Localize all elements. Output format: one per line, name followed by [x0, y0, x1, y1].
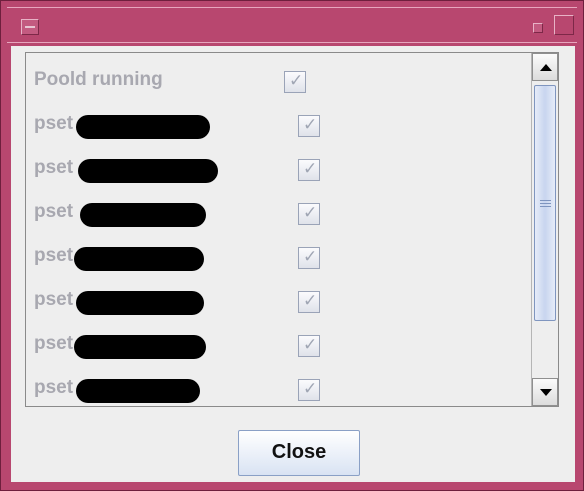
list-item-checkbox[interactable] [298, 159, 320, 181]
list-item: pset [34, 149, 524, 189]
list-item-checkbox[interactable] [298, 247, 320, 269]
title-bar-top-highlight [7, 7, 577, 8]
arrow-down-icon [540, 389, 552, 396]
title-bar-bottom-highlight [7, 42, 577, 43]
close-button[interactable]: Close [238, 430, 360, 476]
redaction-mark [76, 291, 204, 315]
list-item: pset [34, 237, 524, 277]
list-item-checkbox[interactable] [298, 115, 320, 137]
redaction-mark [74, 247, 204, 271]
list-item: pset [34, 369, 524, 406]
list-item-checkbox[interactable] [298, 379, 320, 401]
redaction-mark [80, 203, 206, 227]
redaction-mark [78, 159, 218, 183]
vertical-scrollbar[interactable] [531, 53, 558, 406]
list-item-checkbox[interactable] [298, 203, 320, 225]
list-item-label: pset [34, 245, 74, 266]
minimize-icon[interactable] [21, 19, 39, 35]
close-button-label: Close [271, 440, 327, 463]
arrow-up-icon [540, 64, 552, 71]
list-item-label: pset [34, 201, 74, 222]
scroll-down-button[interactable] [532, 378, 558, 406]
list-item: pset [34, 193, 524, 233]
list-item-label: Poold running [34, 69, 163, 90]
list-item: pset [34, 281, 524, 321]
list-item-label: pset [34, 333, 74, 354]
list-item-checkbox[interactable] [284, 71, 306, 93]
checkbox-list: Poold running pset pset pset [26, 53, 532, 406]
list-item-label: pset [34, 157, 74, 178]
dialog-window: Poold running pset pset pset [0, 0, 584, 491]
list-item: Poold running [34, 61, 524, 101]
dialog-content: Poold running pset pset pset [11, 46, 575, 482]
scrollbar-thumb[interactable] [534, 85, 556, 321]
maximize-icon[interactable] [554, 15, 574, 35]
list-item-label: pset [34, 113, 74, 134]
redaction-mark [76, 115, 210, 139]
restore-icon[interactable] [533, 23, 543, 33]
list-item-checkbox[interactable] [298, 291, 320, 313]
scroll-up-button[interactable] [532, 53, 558, 81]
list-item-checkbox[interactable] [298, 335, 320, 357]
list-item-label: pset [34, 289, 74, 310]
grip-icon [540, 198, 551, 209]
list-item: pset [34, 325, 524, 365]
list-item-label: pset [34, 377, 74, 398]
scroll-pane: Poold running pset pset pset [25, 52, 559, 407]
list-item: pset [34, 105, 524, 145]
redaction-mark [76, 379, 200, 403]
redaction-mark [74, 335, 206, 359]
title-bar[interactable] [7, 7, 577, 43]
